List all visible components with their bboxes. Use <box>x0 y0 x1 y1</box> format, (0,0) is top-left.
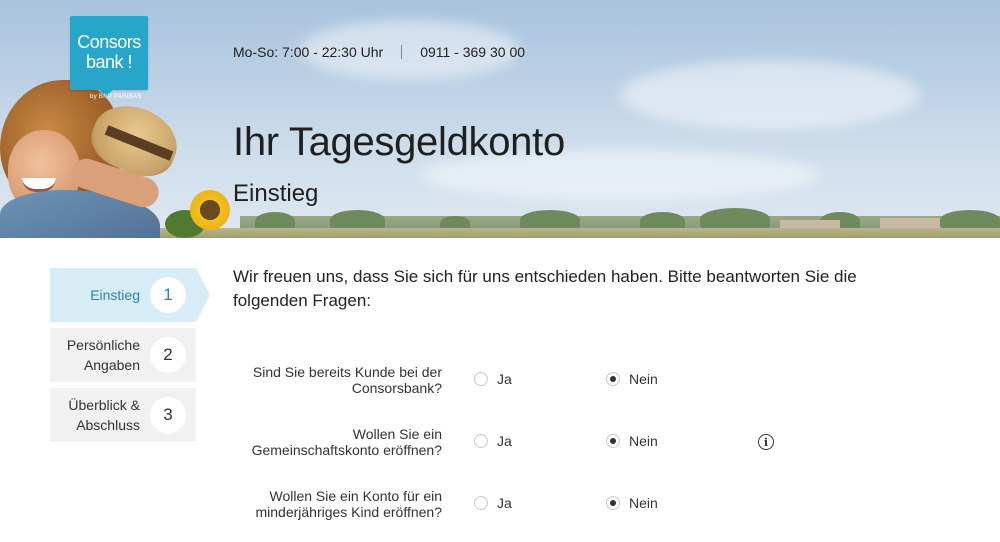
contact-info: Mo-So: 7:00 - 22:30 Uhr 0911 - 369 30 00 <box>233 44 525 60</box>
step-einstieg[interactable]: Einstieg 1 <box>50 268 210 322</box>
radio-circle[interactable] <box>474 496 488 510</box>
radio-circle-checked[interactable] <box>606 372 620 386</box>
step-label: Persönliche Angaben <box>67 335 140 375</box>
question-line2: Gemeinschaftskonto eröffnen? <box>251 442 442 458</box>
hero-banner: Consors bank ! by BNP PARIBAS Mo-So: 7:0… <box>0 0 1000 238</box>
question-existing-customer: Sind Sie bereits Kunde bei der Consorsba… <box>210 364 930 404</box>
phone-number[interactable]: 0911 - 369 30 00 <box>420 44 525 60</box>
tree <box>700 208 770 230</box>
question-joint-account: Wollen Sie ein Gemeinschaftskonto eröffn… <box>210 426 930 466</box>
question-line1: Sind Sie bereits Kunde bei der <box>252 364 442 380</box>
question-line1: Wollen Sie ein <box>352 426 442 442</box>
page-title: Ihr Tagesgeldkonto <box>233 120 565 164</box>
logo-text-line1: Consors <box>77 32 141 52</box>
radio-nein[interactable]: Nein <box>606 371 658 387</box>
consorsbank-logo[interactable]: Consors bank ! <box>70 16 148 90</box>
radio-ja[interactable]: Ja <box>474 495 512 511</box>
step-label: Einstieg <box>90 287 140 303</box>
question-line1: Wollen Sie ein Konto für ein <box>269 488 442 504</box>
cloud <box>620 60 920 130</box>
radio-label: Ja <box>497 433 512 449</box>
radio-nein[interactable]: Nein <box>606 433 658 449</box>
step-label-line1: Überblick & <box>68 397 140 413</box>
radio-label: Ja <box>497 371 512 387</box>
radio-circle[interactable] <box>474 372 488 386</box>
radio-label: Nein <box>629 495 658 511</box>
radio-label: Ja <box>497 495 512 511</box>
radio-circle-checked[interactable] <box>606 496 620 510</box>
step-label-line1: Persönliche <box>66 337 140 353</box>
logo-subtitle: by BNP PARIBAS <box>90 94 142 100</box>
logo-text-line2: bank ! <box>85 52 133 72</box>
radio-nein[interactable]: Nein <box>606 495 658 511</box>
question-line2: minderjähriges Kind eröffnen? <box>255 504 442 520</box>
radio-label: Nein <box>629 433 658 449</box>
step-persoenliche-angaben[interactable]: Persönliche Angaben 2 <box>50 328 196 382</box>
opening-hours: Mo-So: 7:00 - 22:30 Uhr <box>233 44 384 60</box>
radio-label: Nein <box>629 371 658 387</box>
info-icon[interactable]: i <box>758 434 774 450</box>
tree <box>330 210 385 230</box>
question-label: Wollen Sie ein Konto für ein minderjähri… <box>202 488 442 520</box>
question-line2: Consorsbank? <box>351 380 442 396</box>
step-ueberblick-abschluss[interactable]: Überblick & Abschluss 3 <box>50 388 196 442</box>
sunflower <box>190 190 230 230</box>
intro-text: Wir freuen uns, dass Sie sich für uns en… <box>233 267 857 310</box>
radio-ja[interactable]: Ja <box>474 371 512 387</box>
question-minor-account: Wollen Sie ein Konto für ein minderjähri… <box>210 488 930 528</box>
step-label-line2: Angaben <box>83 357 140 373</box>
question-label: Sind Sie bereits Kunde bei der Consorsba… <box>202 364 442 396</box>
step-number: 3 <box>150 397 186 433</box>
radio-ja[interactable]: Ja <box>474 433 512 449</box>
radio-circle-checked[interactable] <box>606 434 620 448</box>
step-number: 2 <box>150 337 186 373</box>
step-label: Überblick & Abschluss <box>68 395 140 435</box>
tree <box>940 210 1000 230</box>
radio-circle[interactable] <box>474 434 488 448</box>
tree <box>520 210 580 230</box>
divider <box>401 45 403 59</box>
progress-stepper: Einstieg 1 Persönliche Angaben 2 Überbli… <box>50 268 210 448</box>
question-label: Wollen Sie ein Gemeinschaftskonto eröffn… <box>202 426 442 458</box>
page-subtitle: Einstieg <box>233 180 319 207</box>
step-number: 1 <box>150 277 186 313</box>
step-label-line2: Abschluss <box>76 417 140 433</box>
